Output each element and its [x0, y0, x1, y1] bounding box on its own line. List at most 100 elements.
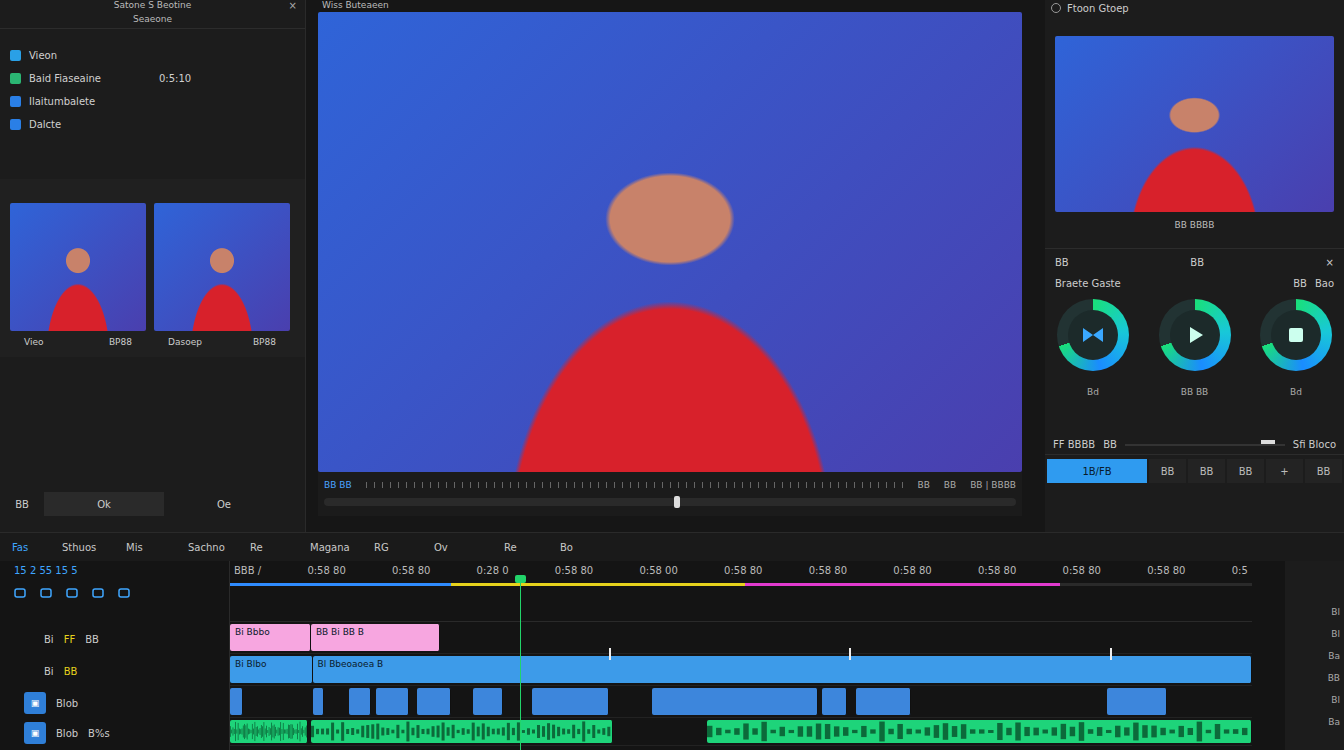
asset-item[interactable]: Dalcte: [10, 118, 295, 131]
clip[interactable]: Bi Bbbo: [230, 624, 311, 651]
marker[interactable]: [849, 648, 851, 660]
marker[interactable]: [1110, 648, 1112, 660]
effects-header: Ftoon Gtoep: [1045, 0, 1344, 16]
bowtie-icon: [1081, 326, 1105, 344]
clip[interactable]: [707, 720, 1252, 743]
asset-list: Vieon Baid Fiaseaine0:5:10 Ilaitumbalete Da…: [0, 29, 305, 131]
effect-buttons: BdBB BBBd: [1045, 295, 1344, 397]
side-label: Bl: [1331, 629, 1340, 639]
asset-item[interactable]: Baid Fiaseaine0:5:10: [10, 72, 295, 85]
clip[interactable]: [1107, 688, 1167, 715]
panel-tab[interactable]: BB: [1149, 459, 1186, 483]
panel-tab[interactable]: BB: [1227, 459, 1264, 483]
timeline-tab[interactable]: Fas: [4, 538, 54, 557]
effect-toolbar: BB BB ×: [1045, 249, 1344, 276]
media-panel: Satone S BeotineSeaeone×VieonBaid Fiasea…: [0, 0, 306, 532]
clip[interactable]: [349, 688, 370, 715]
tool-icon[interactable]: [40, 587, 52, 599]
timeline-tab[interactable]: Sachno: [180, 538, 242, 557]
panel-tab[interactable]: +: [1266, 459, 1303, 483]
panel-tab[interactable]: BB: [1188, 459, 1225, 483]
effect-label: Bd: [1087, 387, 1099, 397]
effect-button[interactable]: [1260, 299, 1332, 371]
range-segment: [230, 583, 451, 586]
timeline-tab[interactable]: Ov: [426, 538, 496, 557]
track-area: BBB /0:58 800:58 800:28 00:58 800:58 000…: [230, 561, 1252, 750]
clip[interactable]: [856, 688, 911, 715]
clip[interactable]: [417, 688, 451, 715]
timeline-tab[interactable]: Magana: [302, 538, 366, 557]
clip[interactable]: [376, 688, 408, 715]
tool-readout: 15 2 55 15 5: [0, 561, 229, 583]
timeline-tab[interactable]: Bo: [552, 538, 602, 557]
timeline-side: BlBlBaBBBlBa: [1285, 561, 1344, 750]
clip[interactable]: [313, 688, 324, 715]
scrubber[interactable]: [324, 498, 1016, 506]
toolbar-button[interactable]: BB: [1190, 257, 1204, 268]
time-ruler[interactable]: BBB /0:58 800:58 800:28 00:58 800:58 000…: [230, 561, 1252, 583]
effect-button[interactable]: [1159, 299, 1231, 371]
clip[interactable]: [532, 688, 609, 715]
thumbnail-caption: DasoepBP88: [154, 331, 290, 349]
stop-icon: [1286, 325, 1306, 345]
timeline-tab[interactable]: RG: [366, 538, 426, 557]
track-badge[interactable]: ▣: [24, 722, 46, 744]
clip[interactable]: [822, 688, 848, 715]
toolbar-button[interactable]: ×: [1326, 257, 1334, 268]
timeline-tab[interactable]: Re: [242, 538, 302, 557]
clip[interactable]: [473, 688, 503, 715]
timeline-tab[interactable]: Re: [496, 538, 552, 557]
effect-caption: BB BBBB: [1045, 212, 1344, 249]
footer-button[interactable]: Oe: [164, 492, 284, 516]
timeline-tab[interactable]: Mis: [118, 538, 180, 557]
asset-item[interactable]: Vieon: [10, 49, 295, 62]
footer-button[interactable]: BB: [0, 492, 44, 516]
close-button[interactable]: ×: [289, 0, 297, 11]
clip[interactable]: [652, 688, 818, 715]
playhead[interactable]: [520, 579, 521, 750]
playhead-knob[interactable]: [515, 575, 526, 583]
panel-tabs: 1B/FBBBBBBB+BB: [1045, 454, 1344, 487]
track-badge[interactable]: ▣: [24, 692, 46, 714]
thumbnail[interactable]: VieoBP88: [10, 203, 146, 349]
toolbar-button[interactable]: BB: [1055, 257, 1069, 268]
clip[interactable]: [311, 720, 613, 743]
effect-button[interactable]: [1057, 299, 1129, 371]
clip[interactable]: Bi Blbo: [230, 656, 313, 683]
marker[interactable]: [609, 648, 611, 660]
panel-tab[interactable]: 1B/FB: [1047, 459, 1147, 483]
timeline: FasSthuosMisSachnoReMaganaRGOvReBo15 2 5…: [0, 532, 1344, 750]
thumbnail-caption: VieoBP88: [10, 331, 146, 349]
clip[interactable]: BB Bi BB B: [311, 624, 440, 651]
clip[interactable]: [230, 720, 308, 743]
preview-frame: [318, 12, 1022, 472]
footer-button[interactable]: Ok: [44, 492, 164, 516]
tool-icon[interactable]: [14, 587, 26, 599]
timeline-tab[interactable]: Sthuos: [54, 538, 118, 557]
control-label[interactable]: BB | BBBB: [970, 480, 1016, 490]
asset-icon: [10, 50, 21, 61]
control-label[interactable]: BB: [917, 480, 929, 490]
tool-icon[interactable]: [66, 587, 78, 599]
side-label: BB: [1328, 673, 1340, 683]
thumbnail[interactable]: DasoepBP88: [154, 203, 290, 349]
asset-item[interactable]: Ilaitumbalete: [10, 95, 295, 108]
clip[interactable]: [230, 688, 243, 715]
effects-panel: Ftoon GtoepBB BBBBBBBB×Braete GasteBBBao…: [1045, 0, 1344, 532]
control-label[interactable]: BB: [944, 480, 956, 490]
waveform-icon: [311, 720, 612, 743]
track-header: BiFFBB: [0, 623, 229, 655]
video-track: Bi BlboBl Bbeoaoea B: [230, 654, 1252, 686]
clip[interactable]: Bl Bbeoaoea B: [313, 656, 1252, 683]
broll-track: [230, 686, 1252, 718]
tool-icon[interactable]: [92, 587, 104, 599]
tool-icon[interactable]: [118, 587, 130, 599]
thumbnail-image: [154, 203, 290, 331]
scrubber-knob[interactable]: [674, 496, 680, 508]
radio-icon[interactable]: [1051, 3, 1061, 13]
media-title: Satone S Beotine: [114, 0, 191, 10]
panel-tab[interactable]: BB: [1305, 459, 1342, 483]
range-segment: [451, 583, 745, 586]
effect-label: Bd: [1290, 387, 1302, 397]
preview-panel: Wiss ButeaeenBB BBBBBBBB | BBBB: [318, 0, 1022, 532]
